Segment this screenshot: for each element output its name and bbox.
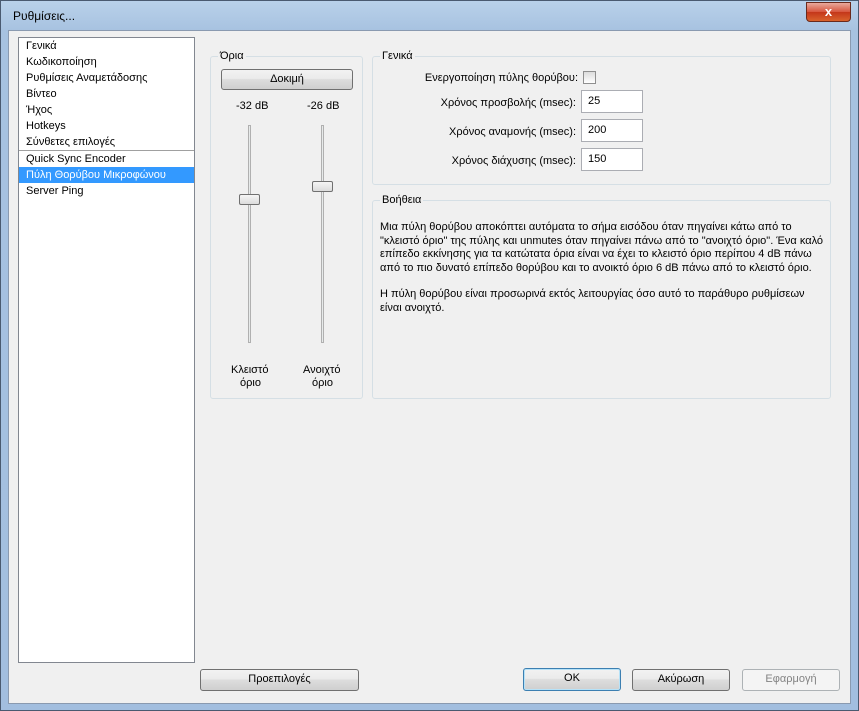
- open-threshold-slider-thumb[interactable]: [312, 181, 333, 192]
- hold-time-label: Χρόνος αναμονής (msec):: [449, 126, 576, 138]
- category-item-quick-sync-encoder[interactable]: Quick Sync Encoder: [19, 150, 194, 167]
- close-button[interactable]: x: [806, 2, 851, 22]
- enable-noise-gate-label: Ενεργοποίηση πύλης θορύβου:: [424, 72, 578, 84]
- category-item-advanced[interactable]: Σύνθετες επιλογές: [19, 134, 194, 150]
- title-bar[interactable]: Ρυθμίσεις... x: [1, 1, 858, 29]
- closed-threshold-slider-thumb[interactable]: [239, 194, 260, 205]
- help-paragraph-1: Μια πύλη θορύβου αποκόπτει αυτόματα το σ…: [380, 221, 824, 274]
- help-group: Βοήθεια Μια πύλη θορύβου αποκόπτει αυτόμ…: [372, 194, 831, 399]
- enable-noise-gate-checkbox[interactable]: [583, 71, 596, 84]
- hold-time-input[interactable]: 200: [581, 119, 643, 142]
- closed-threshold-value: -32 dB: [236, 100, 269, 112]
- category-item-encoding[interactable]: Κωδικοποίηση: [19, 54, 194, 70]
- window-title: Ρυθμίσεις...: [13, 9, 76, 23]
- category-item-video[interactable]: Βίντεο: [19, 86, 194, 102]
- attack-time-input[interactable]: 25: [581, 90, 643, 113]
- closed-threshold-label-line1: Κλειστό: [231, 364, 269, 376]
- limits-group-title: Όρια: [218, 50, 246, 62]
- category-item-server-ping[interactable]: Server Ping: [19, 183, 194, 199]
- help-paragraph-2: Η πύλη θορύβου είναι προσωρινά εκτός λει…: [380, 288, 805, 314]
- help-text: Μια πύλη θορύβου αποκόπτει αυτόματα το σ…: [380, 221, 825, 328]
- apply-button[interactable]: Εφαρμογή: [742, 669, 840, 691]
- help-group-title: Βοήθεια: [380, 194, 424, 206]
- cancel-button[interactable]: Ακύρωση: [632, 669, 730, 691]
- category-item-audio[interactable]: Ήχος: [19, 102, 194, 118]
- dialog-client-area: Γενικά Κωδικοποίηση Ρυθμίσεις Αναμετάδοσ…: [8, 30, 851, 704]
- open-threshold-label-line1: Ανοιχτό: [303, 364, 341, 376]
- release-time-input[interactable]: 150: [581, 148, 643, 171]
- category-item-mic-noise-gate[interactable]: Πύλη Θορύβου Μικροφώνου: [19, 167, 194, 183]
- general-group-title: Γενικά: [380, 50, 415, 62]
- category-item-hotkeys[interactable]: Hotkeys: [19, 118, 194, 134]
- defaults-button[interactable]: Προεπιλογές: [200, 669, 359, 691]
- ok-button[interactable]: OK: [523, 668, 621, 691]
- general-group: Γενικά Ενεργοποίηση πύλης θορύβου: Χρόνο…: [372, 50, 831, 185]
- settings-window: Ρυθμίσεις... x Γενικά Κωδικοποίηση Ρυθμί…: [0, 0, 859, 711]
- closed-threshold-label-line2: όριο: [240, 377, 261, 389]
- test-button[interactable]: Δοκιμή: [221, 69, 353, 90]
- closed-threshold-slider-track: [248, 125, 251, 343]
- open-threshold-label-line2: όριο: [312, 377, 333, 389]
- limits-group: Όρια Δοκιμή -32 dB -26 dB Κλειστό όριο Α…: [210, 50, 363, 399]
- release-time-label: Χρόνος διάχυσης (msec):: [451, 155, 576, 167]
- open-threshold-slider-track: [321, 125, 324, 343]
- open-threshold-value: -26 dB: [307, 100, 340, 112]
- category-item-general[interactable]: Γενικά: [19, 38, 194, 54]
- category-item-broadcast-settings[interactable]: Ρυθμίσεις Αναμετάδοσης: [19, 70, 194, 86]
- settings-category-list[interactable]: Γενικά Κωδικοποίηση Ρυθμίσεις Αναμετάδοσ…: [18, 37, 195, 663]
- attack-time-label: Χρόνος προσβολής (msec):: [440, 97, 576, 109]
